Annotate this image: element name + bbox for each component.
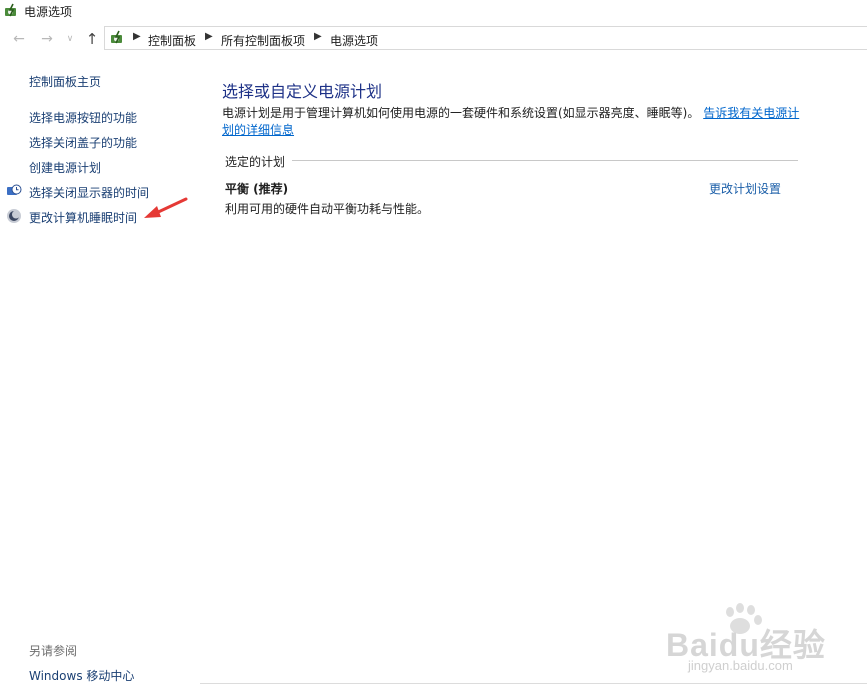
sidebar-item-sleep-time[interactable]: 更改计算机睡眠时间: [29, 209, 137, 226]
section-divider: [292, 160, 798, 161]
breadcrumb-power-options[interactable]: 电源选项: [330, 32, 378, 49]
baidu-watermark: Baidu经验 jingyan.baidu.com: [660, 600, 860, 680]
up-arrow-icon[interactable]: ↑: [84, 30, 100, 48]
bottom-divider: [200, 683, 867, 684]
clock-monitor-icon: [7, 184, 22, 195]
change-plan-settings-link[interactable]: 更改计划设置: [709, 180, 781, 197]
address-bar[interactable]: ▶ 控制面板 ▶ 所有控制面板项 ▶ 电源选项: [104, 26, 867, 50]
page-title: 选择或自定义电源计划: [222, 82, 383, 101]
sidebar-item-close-lid[interactable]: 选择关闭盖子的功能: [29, 134, 137, 151]
moon-sleep-icon: [7, 209, 21, 223]
forward-arrow-icon[interactable]: →: [39, 31, 55, 47]
breadcrumb-separator-icon[interactable]: ▶: [133, 31, 141, 42]
control-panel-icon: [111, 30, 122, 44]
back-arrow-icon[interactable]: ←: [11, 31, 27, 47]
annotation-arrow-icon: [144, 197, 188, 218]
window-title: 电源选项: [24, 5, 73, 19]
see-also-mobility-center[interactable]: Windows 移动中心: [29, 667, 134, 684]
description-text: 电源计划是用于管理计算机如何使用电源的一套硬件和系统设置(如显示器亮度、睡眠等)…: [222, 106, 700, 120]
sidebar-home-link[interactable]: 控制面板主页: [29, 73, 101, 90]
title-bar: 电源选项: [0, 0, 867, 22]
plan-description: 利用可用的硬件自动平衡功耗与性能。: [225, 202, 430, 216]
breadcrumb-separator-icon[interactable]: ▶: [205, 31, 213, 42]
navigation-bar: ← → ∨ ↑ ▶ 控制面板 ▶ 所有控制面板项 ▶ 电源选项: [0, 26, 867, 52]
sidebar-item-display-off[interactable]: 选择关闭显示器的时间: [29, 184, 149, 201]
power-options-icon: [5, 3, 16, 17]
sidebar-item-create-plan[interactable]: 创建电源计划: [29, 159, 101, 176]
watermark-url: jingyan.baidu.com: [688, 658, 793, 673]
selected-plan-heading: 选定的计划: [225, 155, 286, 169]
breadcrumb-control-panel[interactable]: 控制面板: [148, 32, 196, 49]
sidebar: 控制面板主页 选择电源按钮的功能 选择关闭盖子的功能 创建电源计划 选择关闭显示…: [0, 60, 200, 696]
sidebar-item-power-button[interactable]: 选择电源按钮的功能: [29, 109, 137, 126]
breadcrumb-separator-icon[interactable]: ▶: [314, 31, 322, 42]
see-also-heading: 另请参阅: [29, 644, 78, 658]
breadcrumb-all-items[interactable]: 所有控制面板项: [221, 32, 305, 49]
page-description: 电源计划是用于管理计算机如何使用电源的一套硬件和系统设置(如显示器亮度、睡眠等)…: [222, 105, 802, 139]
plan-name: 平衡 (推荐): [225, 182, 289, 196]
chevron-down-icon[interactable]: ∨: [65, 31, 75, 47]
